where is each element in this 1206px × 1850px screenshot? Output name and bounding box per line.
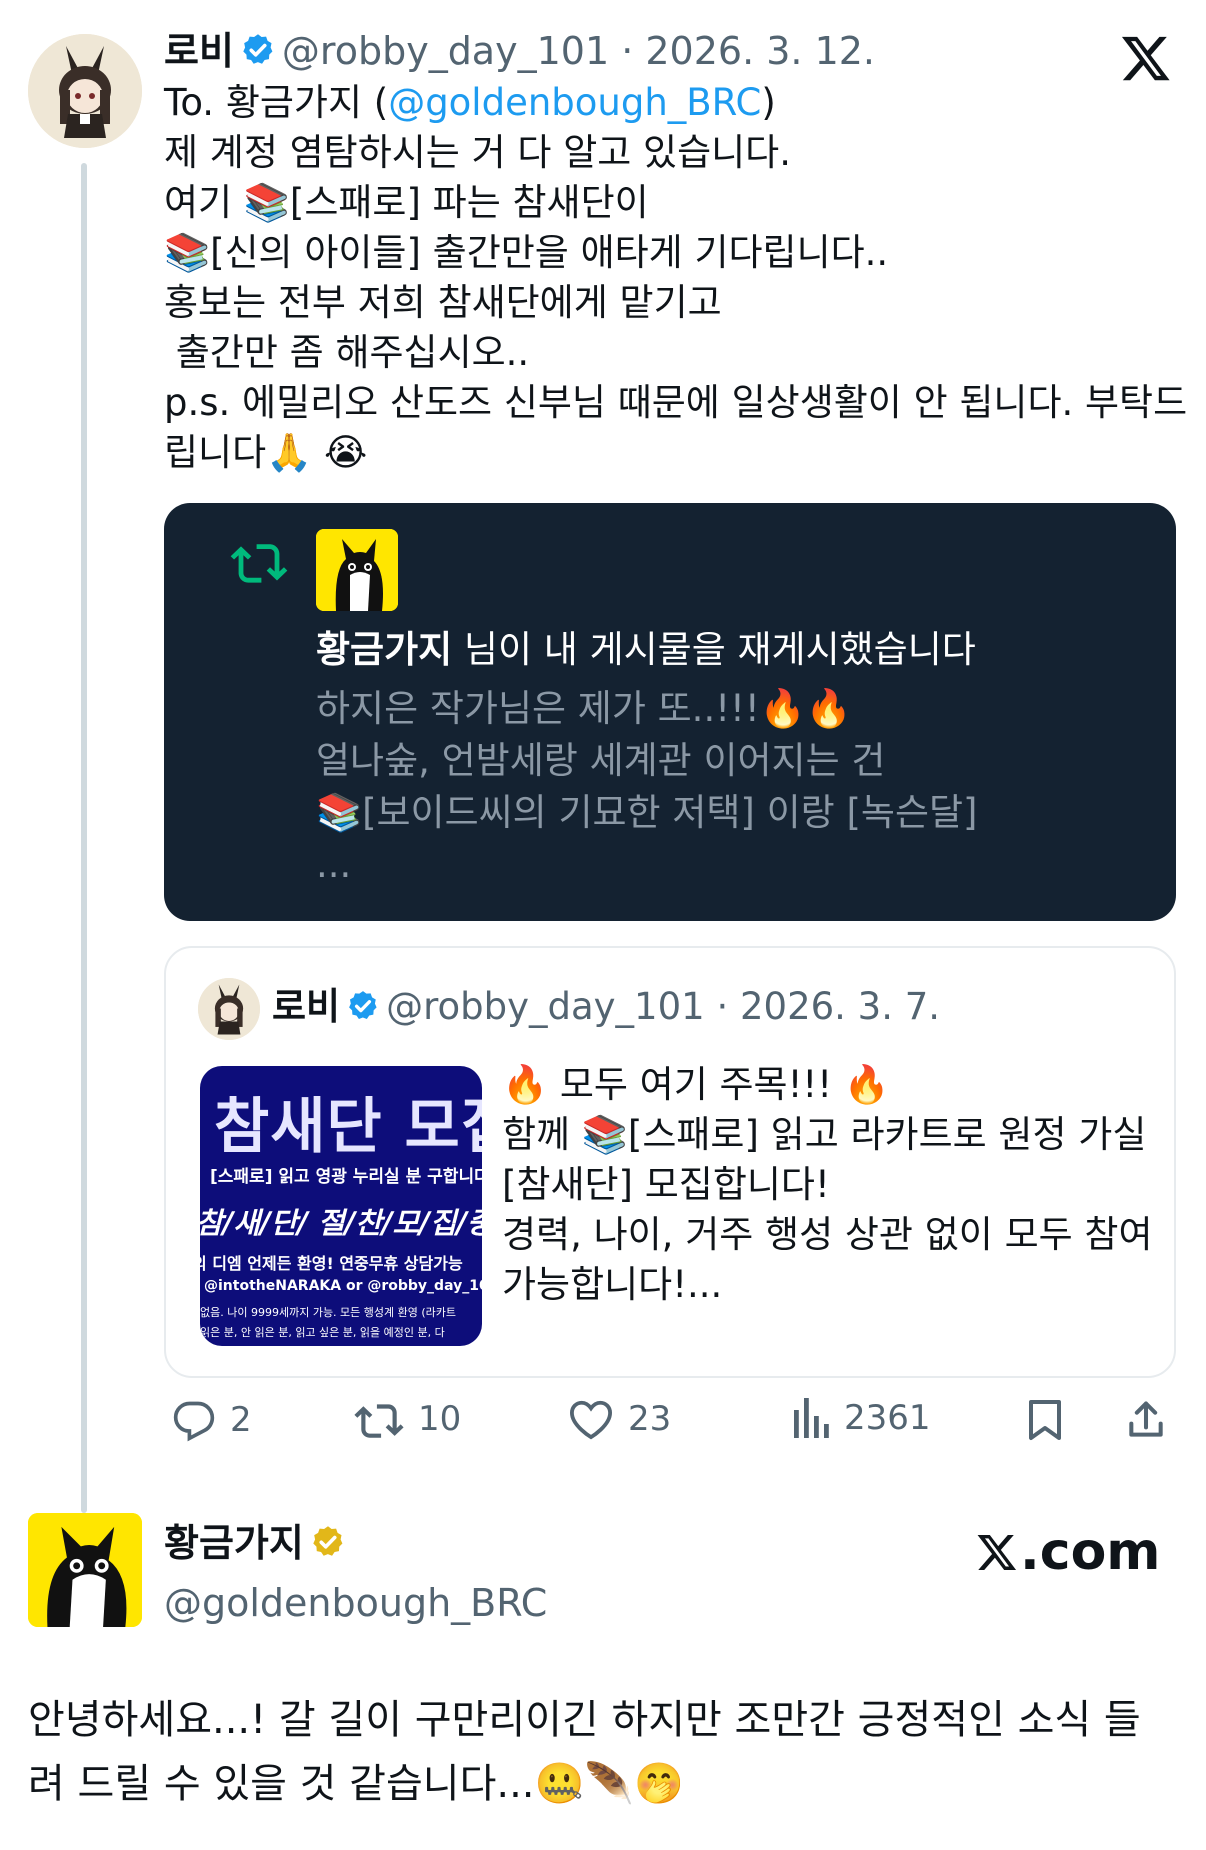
- quoted-text-line: 경력, 나이, 거주 행성 상관 없이 모두 참여: [502, 1213, 1153, 1256]
- cat-avatar-icon: [28, 1513, 142, 1627]
- reply-text-line: 려 드릴 수 있을 것 같습니다...: [28, 1761, 535, 1807]
- view-count: 2361: [844, 1398, 931, 1438]
- poster-text: 의 디엠 언제든 환영! 연중무휴 상담가능: [200, 1254, 463, 1273]
- share-button[interactable]: [1124, 1398, 1168, 1442]
- repost-notice-text: 님이 내 게시물을 재게시했습니다: [452, 628, 976, 671]
- fire-emoji-icon: 🔥🔥: [759, 687, 852, 730]
- date-separator: ·: [704, 985, 740, 1028]
- tweet-text-line: To. 황금가지 (: [164, 81, 389, 124]
- verified-badge-icon: [346, 988, 380, 1034]
- quoted-text-line: 모두 여기 주목!!!: [548, 1063, 844, 1106]
- repost-preview-text: 하지은 작가님은 제가 또..!!!🔥🔥 얼나숲, 언밤세랑 세계관 이어지는 …: [316, 683, 977, 891]
- cat-avatar-icon: [316, 529, 398, 611]
- author-handle[interactable]: @robby_day_101: [282, 29, 609, 73]
- zipper-mouth-feather-hand-over-mouth-emoji-icon: 🤐🪶🤭: [534, 1761, 684, 1807]
- tweet-header: 로비 @robby_day_101 · 2026. 3. 12.: [164, 28, 875, 78]
- quoted-text-line: 함께: [502, 1113, 582, 1156]
- tweet-text-line: p.s. 에밀리오 산도즈 신부님 때문에 일상생활이 안 됩니다. 부탁드: [164, 381, 1188, 424]
- avatar[interactable]: [28, 34, 142, 148]
- like-button[interactable]: 23: [568, 1398, 671, 1440]
- repost-preview-line: 얼나숲, 언밤세랑 세계관 이어지는 건: [316, 739, 886, 782]
- bookmark-icon: [1029, 1400, 1061, 1440]
- poster-contact: @intotheNARAKA or @robby_day_101: [204, 1278, 482, 1294]
- tweet-text-line: ): [761, 81, 776, 124]
- x-logo-icon: [977, 1534, 1017, 1570]
- avatar-illustration-icon: [198, 978, 260, 1040]
- tweet-text-line: 여기: [164, 181, 244, 224]
- reply-icon: [173, 1401, 215, 1442]
- tweet-text-line: 립니다: [164, 431, 267, 474]
- repost-preview-line: [보이드씨의 기묘한 저택] 이랑 [녹슨달]: [362, 791, 978, 834]
- author-name[interactable]: 로비: [164, 29, 234, 73]
- tweet-text-line: 출간만 좀 해주십시오..: [164, 331, 530, 374]
- mention-link[interactable]: @goldenbough_BRC: [388, 81, 761, 124]
- poster-fineprint: 읽은 분, 안 읽은 분, 읽고 싶은 분, 읽을 예정인 분, 다: [200, 1326, 445, 1339]
- books-emoji-icon: 📚: [581, 1113, 628, 1156]
- reply-count: 2: [230, 1400, 252, 1440]
- tweet-date[interactable]: 2026. 3. 12.: [645, 29, 875, 73]
- reposter-name[interactable]: 황금가지: [316, 628, 452, 671]
- reply-text-line: 안녕하세요...! 갈 길이 구만리이긴 하지만 조만간 긍정적인 소식 들: [28, 1697, 1141, 1743]
- author-name[interactable]: 황금가지: [164, 1521, 304, 1565]
- quoted-text-line: [참새단] 모집합니다!: [502, 1163, 830, 1206]
- date-separator: ·: [609, 29, 646, 73]
- repost-preview-line: ...: [316, 843, 352, 886]
- crying-emoji-icon: 😭: [323, 431, 368, 474]
- brand-text: .com: [1020, 1522, 1161, 1582]
- reply-author-info: 황금가지 @goldenbough_BRC: [164, 1520, 547, 1628]
- bookmark-button[interactable]: [1026, 1398, 1064, 1442]
- repost-count: 10: [418, 1399, 462, 1439]
- poster-headline: 참/새/단/ 절/찬/모/집/중: [200, 1206, 482, 1240]
- fire-emoji-icon: 🔥: [502, 1063, 549, 1106]
- reply-text: 안녕하세요...! 갈 길이 구만리이긴 하지만 조만간 긍정적인 소식 들 려…: [28, 1688, 1178, 1816]
- poster-title: 참새단 모집: [214, 1092, 482, 1162]
- repost-icon: [230, 537, 288, 589]
- books-emoji-icon: 📚: [243, 181, 290, 224]
- tweet-text-line: [스패로] 파는 참새단이: [289, 181, 649, 224]
- avatar-illustration-icon: [28, 34, 142, 148]
- tweet-text: To. 황금가지 (@goldenbough_BRC) 제 계정 염탐하시는 거…: [164, 78, 1188, 478]
- x-com-brand[interactable]: .com: [976, 1522, 1161, 1582]
- analytics-icon: [794, 1398, 829, 1438]
- views-button[interactable]: 2361: [794, 1398, 931, 1438]
- pray-emoji-icon: 🙏: [266, 431, 313, 474]
- tweet-action-bar: 2 10 23 2361: [164, 1398, 1176, 1458]
- repost-notification-card[interactable]: 황금가지 님이 내 게시물을 재게시했습니다 하지은 작가님은 제가 또..!!…: [164, 503, 1176, 921]
- author-handle[interactable]: @robby_day_101: [386, 985, 705, 1028]
- tweet-text-line: 홍보는 전부 저희 참새단에게 맡기고: [164, 281, 722, 324]
- repost-notice-title: 황금가지 님이 내 게시물을 재게시했습니다: [316, 625, 976, 675]
- quoted-tweet-header: 로비 @robby_day_101 · 2026. 3. 7.: [272, 984, 940, 1034]
- quoted-tweet-text: 🔥 모두 여기 주목!!! 🔥 함께 📚[스패로] 읽고 라카트로 원정 가실 …: [502, 1060, 1162, 1310]
- reply-author-avatar[interactable]: [28, 1513, 142, 1627]
- poster-fineprint: 없음. 나이 9999세까지 가능. 모든 행성계 환영 (라카트: [200, 1306, 457, 1319]
- quoted-tweet-card[interactable]: 로비 @robby_day_101 · 2026. 3. 7. 참새단 모집 [스…: [164, 946, 1176, 1378]
- like-count: 23: [628, 1399, 672, 1439]
- reply-button[interactable]: 2: [172, 1398, 252, 1442]
- share-icon: [1129, 1401, 1163, 1437]
- recruitment-poster-image[interactable]: 참새단 모집 [스패로] 읽고 영광 누리실 분 구합니다 참/새/단/ 절/찬…: [200, 1066, 482, 1346]
- quoted-text-line: [스패로] 읽고 라카트로 원정 가실: [627, 1113, 1147, 1156]
- repost-icon: [354, 1404, 404, 1438]
- thread-connector-line: [81, 163, 87, 1513]
- tweet-text-line: 제 계정 염탐하시는 거 다 알고 있습니다.: [164, 131, 791, 174]
- books-emoji-icon: 📚: [164, 231, 211, 274]
- repost-preview-line: 하지은 작가님은 제가 또..!!!: [316, 687, 760, 730]
- books-emoji-icon: 📚: [316, 791, 363, 834]
- repost-button[interactable]: 10: [354, 1398, 461, 1440]
- verified-badge-icon: [240, 32, 276, 78]
- heart-icon: [569, 1400, 613, 1440]
- avatar[interactable]: [198, 978, 260, 1040]
- tweet-date[interactable]: 2026. 3. 7.: [740, 985, 940, 1028]
- author-handle[interactable]: @goldenbough_BRC: [164, 1578, 547, 1628]
- x-logo-icon[interactable]: [1120, 32, 1172, 84]
- fire-emoji-icon: 🔥: [843, 1063, 890, 1106]
- tweet-text-line: [신의 아이들] 출간만을 애타게 기다립니다..: [210, 231, 889, 274]
- poster-subtitle: [스패로] 읽고 영광 누리실 분 구합니다: [210, 1167, 482, 1187]
- author-name[interactable]: 로비: [272, 985, 340, 1028]
- verified-gold-badge-icon: [310, 1524, 346, 1570]
- reposter-avatar[interactable]: [316, 529, 398, 611]
- quoted-text-line: 가능합니다!...: [502, 1263, 723, 1306]
